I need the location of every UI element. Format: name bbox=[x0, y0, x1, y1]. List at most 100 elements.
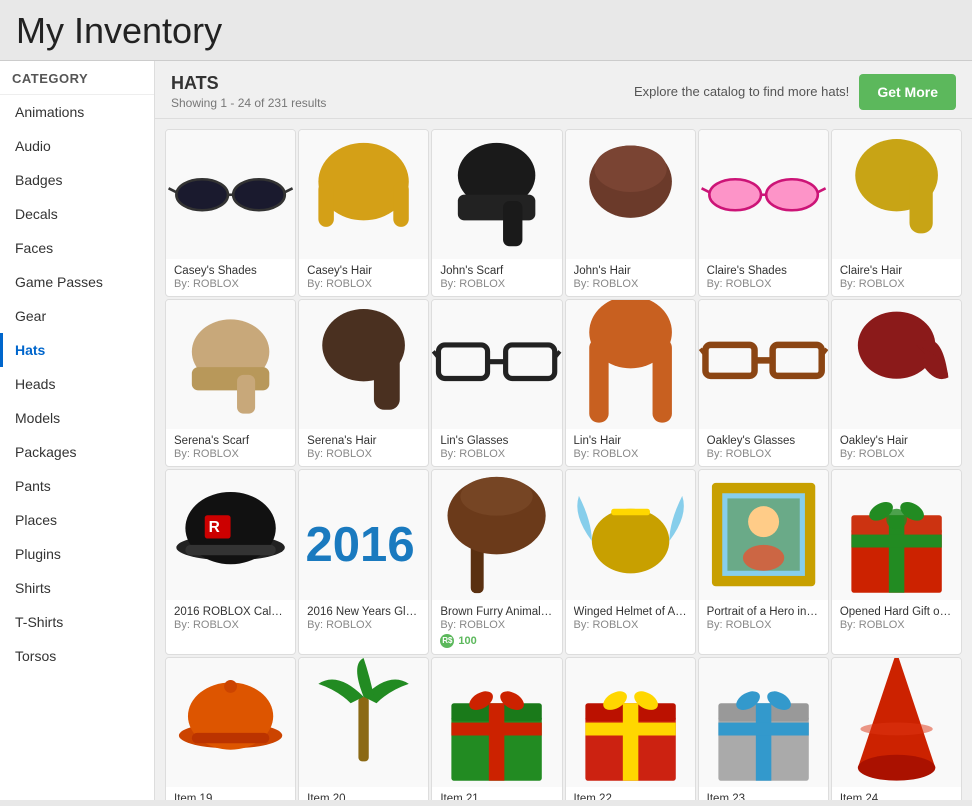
item-card[interactable]: Opened Hard Gift of A...By: ROBLOX bbox=[831, 469, 962, 654]
item-card[interactable]: Item 19By: ROBLOX bbox=[165, 657, 296, 800]
item-info: Serena's ScarfBy: ROBLOX bbox=[166, 429, 295, 466]
item-card[interactable]: Item 20By: ROBLOX bbox=[298, 657, 429, 800]
item-name: Claire's Hair bbox=[840, 265, 953, 277]
item-creator: By: ROBLOX bbox=[840, 448, 953, 460]
item-image bbox=[166, 130, 295, 259]
item-info: Item 21By: ROBLOX bbox=[432, 787, 561, 800]
item-name: Casey's Hair bbox=[307, 265, 420, 277]
content-header-left: HATS Showing 1 - 24 of 231 results bbox=[171, 73, 326, 110]
sidebar-item-torsos[interactable]: Torsos bbox=[0, 639, 154, 673]
sidebar-item-places[interactable]: Places bbox=[0, 503, 154, 537]
item-name: 2016 ROBLOX Calend... bbox=[174, 606, 287, 618]
sidebar-item-pants[interactable]: Pants bbox=[0, 469, 154, 503]
item-name: Oakley's Hair bbox=[840, 435, 953, 447]
results-text: Showing 1 - 24 of 231 results bbox=[171, 96, 326, 110]
item-creator: By: ROBLOX bbox=[707, 448, 820, 460]
sidebar-item-faces[interactable]: Faces bbox=[0, 231, 154, 265]
item-card[interactable]: Brown Furry Animal H...By: ROBLOXR$100 bbox=[431, 469, 562, 654]
sidebar-item-hats[interactable]: Hats bbox=[0, 333, 154, 367]
content-header-right: Explore the catalog to find more hats! G… bbox=[634, 74, 956, 110]
robux-icon: R$ bbox=[440, 634, 454, 648]
sidebar-item-t-shirts[interactable]: T-Shirts bbox=[0, 605, 154, 639]
item-name: Item 21 bbox=[440, 793, 553, 800]
item-image bbox=[432, 130, 561, 259]
item-card[interactable]: Portrait of a Hero in R...By: ROBLOX bbox=[698, 469, 829, 654]
item-name: Lin's Hair bbox=[574, 435, 687, 447]
item-info: Item 20By: ROBLOX bbox=[299, 787, 428, 800]
item-card[interactable]: Winged Helmet of Ach...By: ROBLOX bbox=[565, 469, 696, 654]
item-info: Oakley's HairBy: ROBLOX bbox=[832, 429, 961, 466]
item-creator: By: ROBLOX bbox=[307, 448, 420, 460]
get-more-button[interactable]: Get More bbox=[859, 74, 956, 110]
item-info: Item 24By: ROBLOX bbox=[832, 787, 961, 800]
item-name: Opened Hard Gift of A... bbox=[840, 606, 953, 618]
item-name: Serena's Hair bbox=[307, 435, 420, 447]
item-name: John's Hair bbox=[574, 265, 687, 277]
item-card[interactable]: John's ScarfBy: ROBLOX bbox=[431, 129, 562, 297]
item-image bbox=[166, 658, 295, 787]
item-info: Casey's HairBy: ROBLOX bbox=[299, 259, 428, 296]
sidebar-item-shirts[interactable]: Shirts bbox=[0, 571, 154, 605]
item-image bbox=[699, 300, 828, 429]
sidebar-item-gear[interactable]: Gear bbox=[0, 299, 154, 333]
sidebar-item-animations[interactable]: Animations bbox=[0, 95, 154, 129]
sidebar-item-heads[interactable]: Heads bbox=[0, 367, 154, 401]
item-image bbox=[432, 470, 561, 599]
item-card[interactable]: Serena's ScarfBy: ROBLOX bbox=[165, 299, 296, 467]
item-card[interactable]: Claire's HairBy: ROBLOX bbox=[831, 129, 962, 297]
item-image bbox=[299, 658, 428, 787]
item-info: Casey's ShadesBy: ROBLOX bbox=[166, 259, 295, 296]
item-card[interactable]: Lin's HairBy: ROBLOX bbox=[565, 299, 696, 467]
item-info: 2016 New Years Glass...By: ROBLOX bbox=[299, 600, 428, 654]
item-card[interactable]: John's HairBy: ROBLOX bbox=[565, 129, 696, 297]
item-creator: By: ROBLOX bbox=[574, 278, 687, 290]
item-info: Lin's GlassesBy: ROBLOX bbox=[432, 429, 561, 466]
item-image: R bbox=[166, 470, 295, 599]
item-card[interactable]: R 2016 ROBLOX Calend...By: ROBLOX bbox=[165, 469, 296, 654]
item-creator: By: ROBLOX bbox=[174, 278, 287, 290]
sidebar-item-audio[interactable]: Audio bbox=[0, 129, 154, 163]
content-area: HATS Showing 1 - 24 of 231 results Explo… bbox=[155, 61, 972, 800]
item-card[interactable]: Item 23By: ROBLOX bbox=[698, 657, 829, 800]
item-card[interactable]: Item 22By: ROBLOX bbox=[565, 657, 696, 800]
sidebar-item-models[interactable]: Models bbox=[0, 401, 154, 435]
item-image bbox=[699, 130, 828, 259]
item-card[interactable]: Casey's HairBy: ROBLOX bbox=[298, 129, 429, 297]
item-price: R$100 bbox=[440, 634, 553, 648]
item-name: Item 22 bbox=[574, 793, 687, 800]
item-card[interactable]: 2016 2016 New Years Glass...By: ROBLOX bbox=[298, 469, 429, 654]
sidebar-item-packages[interactable]: Packages bbox=[0, 435, 154, 469]
sidebar-item-decals[interactable]: Decals bbox=[0, 197, 154, 231]
item-info: John's ScarfBy: ROBLOX bbox=[432, 259, 561, 296]
sidebar-item-game-passes[interactable]: Game Passes bbox=[0, 265, 154, 299]
item-card[interactable]: Item 21By: ROBLOX bbox=[431, 657, 562, 800]
item-info: John's HairBy: ROBLOX bbox=[566, 259, 695, 296]
item-info: Serena's HairBy: ROBLOX bbox=[299, 429, 428, 466]
sidebar: CATEGORY AnimationsAudioBadgesDecalsFace… bbox=[0, 61, 155, 800]
item-image bbox=[832, 130, 961, 259]
item-card[interactable]: Lin's GlassesBy: ROBLOX bbox=[431, 299, 562, 467]
item-creator: By: ROBLOX bbox=[840, 278, 953, 290]
item-card[interactable]: Casey's ShadesBy: ROBLOX bbox=[165, 129, 296, 297]
item-card[interactable]: Serena's HairBy: ROBLOX bbox=[298, 299, 429, 467]
item-image bbox=[566, 300, 695, 429]
items-grid: Casey's ShadesBy: ROBLOX Casey's HairBy:… bbox=[155, 119, 972, 800]
item-card[interactable]: Oakley's HairBy: ROBLOX bbox=[831, 299, 962, 467]
content-header: HATS Showing 1 - 24 of 231 results Explo… bbox=[155, 61, 972, 119]
item-image bbox=[699, 470, 828, 599]
sidebar-item-plugins[interactable]: Plugins bbox=[0, 537, 154, 571]
item-card[interactable]: Item 24By: ROBLOX bbox=[831, 657, 962, 800]
item-card[interactable]: Claire's ShadesBy: ROBLOX bbox=[698, 129, 829, 297]
sidebar-item-badges[interactable]: Badges bbox=[0, 163, 154, 197]
catalog-prompt: Explore the catalog to find more hats! bbox=[634, 84, 849, 99]
item-info: Lin's HairBy: ROBLOX bbox=[566, 429, 695, 466]
item-card[interactable]: Oakley's GlassesBy: ROBLOX bbox=[698, 299, 829, 467]
item-name: Casey's Shades bbox=[174, 265, 287, 277]
item-image bbox=[566, 470, 695, 599]
item-info: Item 19By: ROBLOX bbox=[166, 787, 295, 800]
item-info: Winged Helmet of Ach...By: ROBLOX bbox=[566, 600, 695, 654]
item-info: 2016 ROBLOX Calend...By: ROBLOX bbox=[166, 600, 295, 654]
item-name: Item 24 bbox=[840, 793, 953, 800]
item-name: Portrait of a Hero in R... bbox=[707, 606, 820, 618]
item-name: Claire's Shades bbox=[707, 265, 820, 277]
